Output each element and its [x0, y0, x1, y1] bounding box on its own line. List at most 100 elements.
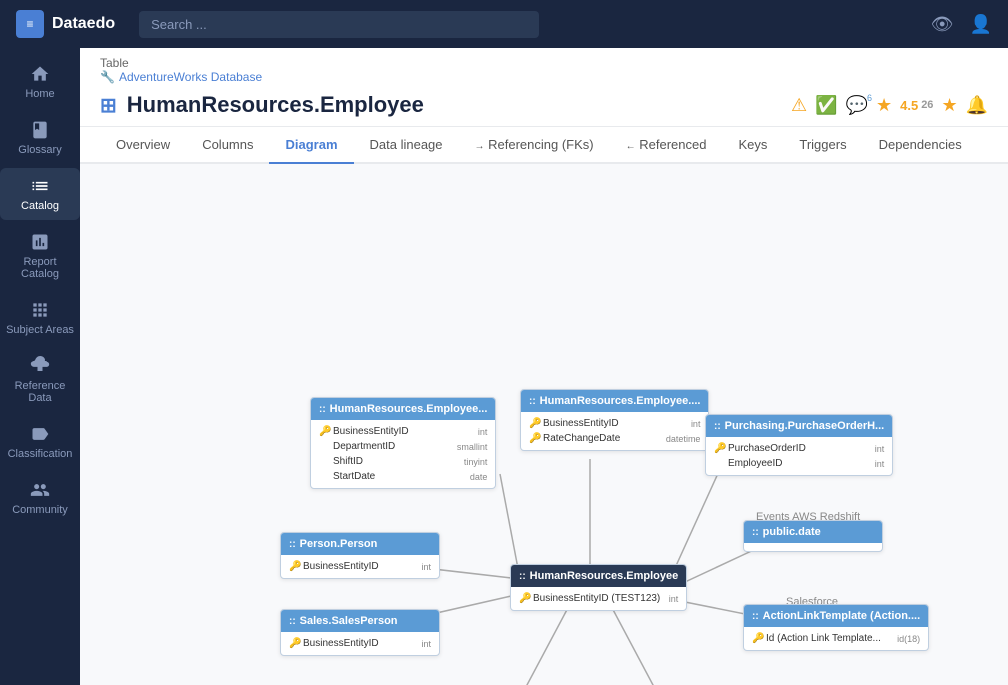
- card-central-employee[interactable]: :: HumanResources.Employee 🔑BusinessEnti…: [510, 564, 687, 611]
- tab-data-lineage[interactable]: Data lineage: [354, 127, 459, 164]
- key-icon: 🔑: [752, 633, 762, 644]
- table-row: 🔑BusinessEntityIDint: [281, 636, 439, 651]
- logo-icon: ≡: [16, 10, 44, 38]
- app-name: Dataedo: [52, 15, 115, 33]
- check-icon[interactable]: ✅: [815, 95, 837, 116]
- card-body: 🔑PurchaseOrderIDint EmployeeIDint: [706, 437, 892, 475]
- star-icon: ★: [876, 95, 892, 116]
- table-icon: ⊞: [100, 93, 117, 118]
- table-row: 🔑BusinessEntityIDint: [311, 424, 495, 439]
- card-body: 🔑BusinessEntityIDint 🔑RateChangeDatedate…: [521, 412, 708, 450]
- card-action-link-template[interactable]: :: ActionLinkTemplate (Action.... 🔑Id (A…: [743, 604, 929, 651]
- topbar-actions: 👁 👤: [931, 14, 992, 35]
- topbar: ≡ Dataedo Search ... 👁 👤: [0, 0, 1008, 48]
- content-area: Table 🔧 AdventureWorks Database ⊞ HumanR…: [80, 48, 1008, 685]
- card-header: :: public.date: [744, 521, 882, 543]
- sidebar: Home Glossary Catalog Report Catalog Sub…: [0, 48, 80, 685]
- favorite-star-icon[interactable]: ★: [941, 95, 957, 116]
- tab-triggers[interactable]: Triggers: [783, 127, 862, 164]
- table-row: ShiftIDtinyint: [311, 454, 495, 469]
- table-row: 🔑RateChangeDatedatetime: [521, 431, 708, 446]
- eye-icon[interactable]: 👁: [931, 14, 954, 35]
- card-header: :: HumanResources.Employee: [511, 565, 686, 587]
- sidebar-item-subject-areas[interactable]: Subject Areas: [0, 292, 80, 344]
- grid-icon: ::: [319, 404, 326, 415]
- breadcrumb-link[interactable]: 🔧 AdventureWorks Database: [100, 70, 988, 84]
- table-row: EmployeeIDint: [706, 456, 892, 471]
- card-employee-dept-history[interactable]: :: HumanResources.Employee... 🔑BusinessE…: [310, 397, 496, 489]
- card-purchase-order[interactable]: :: Purchasing.PurchaseOrderH... 🔑Purchas…: [705, 414, 893, 476]
- table-row: 🔑BusinessEntityIDint: [521, 416, 708, 431]
- tab-keys[interactable]: Keys: [722, 127, 783, 164]
- tab-referencing-fks[interactable]: → Referencing (FKs): [459, 127, 610, 164]
- sidebar-item-catalog-label: Catalog: [21, 200, 59, 212]
- grid-icon: ::: [519, 571, 526, 582]
- card-public-date[interactable]: :: public.date: [743, 520, 883, 552]
- main-layout: Home Glossary Catalog Report Catalog Sub…: [0, 48, 1008, 685]
- comment-badge[interactable]: 💬 6: [846, 95, 868, 116]
- sidebar-item-reference-data[interactable]: Reference Data: [0, 348, 80, 412]
- card-header: :: HumanResources.Employee...: [311, 398, 495, 420]
- grid-icon: ::: [289, 539, 296, 550]
- key-icon: 🔑: [529, 418, 539, 429]
- search-bar[interactable]: Search ...: [139, 11, 539, 38]
- sidebar-item-glossary[interactable]: Glossary: [0, 112, 80, 164]
- table-row: 🔑PurchaseOrderIDint: [706, 441, 892, 456]
- page-title-container: ⊞ HumanResources.Employee: [100, 92, 779, 118]
- card-header: :: ActionLinkTemplate (Action....: [744, 605, 928, 627]
- table-row: 🔑BusinessEntityIDint: [281, 559, 439, 574]
- rating-value: 4.5 26: [900, 98, 933, 113]
- key-icon: 🔑: [289, 638, 299, 649]
- table-row: 🔑BusinessEntityID (TEST123)int: [511, 591, 686, 606]
- key-icon: 🔑: [519, 593, 529, 604]
- sidebar-item-subject-areas-label: Subject Areas: [6, 324, 74, 336]
- card-employee-pay-history[interactable]: :: HumanResources.Employee.... 🔑Business…: [520, 389, 709, 451]
- tabs: Overview Columns Diagram Data lineage → …: [80, 127, 1008, 164]
- grid-icon: ::: [752, 527, 759, 538]
- card-person-person[interactable]: :: Person.Person 🔑BusinessEntityIDint: [280, 532, 440, 579]
- grid-icon: ::: [752, 611, 759, 622]
- table-row: 🔑Id (Action Link Template...id(18): [744, 631, 928, 646]
- grid-icon: ::: [529, 396, 536, 407]
- key-icon: 🔑: [529, 433, 539, 444]
- card-body: 🔑BusinessEntityIDint: [281, 632, 439, 655]
- header-actions: ⚠ ✅ 💬 6 ★ 4.5 26 ★ 🔔: [791, 95, 988, 116]
- table-row: DepartmentIDsmallint: [311, 439, 495, 454]
- key-icon: 🔑: [714, 443, 724, 454]
- page-header: ⊞ HumanResources.Employee ⚠ ✅ 💬 6 ★ 4.5 …: [80, 88, 1008, 127]
- sidebar-item-home-label: Home: [25, 88, 54, 100]
- sidebar-item-community-label: Community: [12, 504, 68, 516]
- sidebar-item-community[interactable]: Community: [0, 472, 80, 524]
- comment-icon: 💬: [846, 95, 868, 115]
- key-icon: 🔑: [319, 426, 329, 437]
- app-logo[interactable]: ≡ Dataedo: [16, 10, 115, 38]
- sidebar-item-report-catalog-label: Report Catalog: [4, 256, 76, 280]
- tab-referenced[interactable]: ← Referenced: [610, 127, 723, 164]
- key-icon: 🔑: [289, 561, 299, 572]
- tab-columns[interactable]: Columns: [186, 127, 269, 164]
- sidebar-item-catalog[interactable]: Catalog: [0, 168, 80, 220]
- card-body: 🔑BusinessEntityIDint: [281, 555, 439, 578]
- bell-icon[interactable]: 🔔: [966, 95, 988, 116]
- card-header: :: Person.Person: [281, 533, 439, 555]
- user-icon[interactable]: 👤: [970, 14, 992, 35]
- card-body: 🔑BusinessEntityIDint DepartmentIDsmallin…: [311, 420, 495, 488]
- search-placeholder: Search ...: [151, 17, 207, 32]
- card-sales-person[interactable]: :: Sales.SalesPerson 🔑BusinessEntityIDin…: [280, 609, 440, 656]
- warning-icon[interactable]: ⚠: [791, 95, 807, 116]
- comment-count: 6: [867, 93, 872, 103]
- tab-dependencies[interactable]: Dependencies: [863, 127, 978, 164]
- sidebar-item-home[interactable]: Home: [0, 56, 80, 108]
- tab-diagram[interactable]: Diagram: [269, 127, 353, 164]
- sidebar-item-glossary-label: Glossary: [18, 144, 61, 156]
- card-body: 🔑Id (Action Link Template...id(18): [744, 627, 928, 650]
- page-title: HumanResources.Employee: [127, 92, 424, 118]
- card-header: :: Sales.SalesPerson: [281, 610, 439, 632]
- table-row: StartDatedate: [311, 469, 495, 484]
- tab-overview[interactable]: Overview: [100, 127, 186, 164]
- sidebar-item-classification-label: Classification: [8, 448, 73, 460]
- sidebar-item-report-catalog[interactable]: Report Catalog: [0, 224, 80, 288]
- grid-icon: ::: [289, 616, 296, 627]
- sidebar-item-reference-data-label: Reference Data: [4, 380, 76, 404]
- sidebar-item-classification[interactable]: Classification: [0, 416, 80, 468]
